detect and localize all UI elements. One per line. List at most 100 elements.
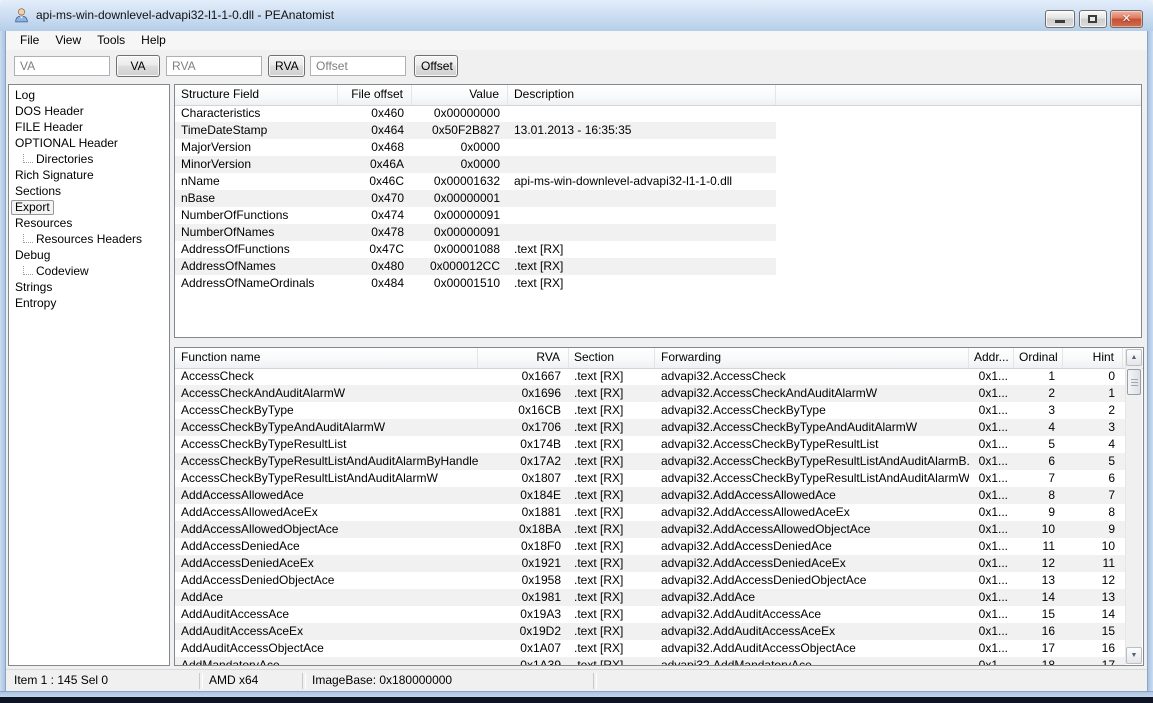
table-row[interactable]: AddMandatoryAce 0x1A39 .text [RX] advapi… xyxy=(175,657,1125,665)
sidebar-item[interactable]: Strings xyxy=(9,279,169,295)
table-row[interactable]: AddAccessDeniedObjectAce 0x1958 .text [R… xyxy=(175,572,1125,589)
va-input[interactable] xyxy=(14,56,110,76)
cell-section: .text [RX] xyxy=(569,470,655,487)
table-row[interactable]: AccessCheckByTypeResultList 0x174B .text… xyxy=(175,436,1125,453)
vertical-scrollbar[interactable]: ▲ ▼ xyxy=(1125,349,1142,664)
cell-hint: 9 xyxy=(1063,521,1123,538)
sidebar-item[interactable]: OPTIONAL Header xyxy=(9,135,169,151)
column-header-description[interactable]: Description xyxy=(508,85,776,105)
sidebar-item[interactable]: Codeview xyxy=(9,263,169,279)
column-header-forwarding[interactable]: Forwarding xyxy=(655,348,969,368)
cell-value: 0x00000001 xyxy=(412,190,508,207)
column-header-hint[interactable]: Hint xyxy=(1063,348,1123,368)
table-row[interactable]: NumberOfFunctions 0x474 0x00000091 xyxy=(175,207,776,224)
column-header-function-name[interactable]: Function name xyxy=(175,348,478,368)
cell-address: 0x1... xyxy=(969,419,1014,436)
restore-button[interactable] xyxy=(1079,10,1107,28)
sidebar-item[interactable]: Resources Headers xyxy=(9,231,169,247)
table-row[interactable]: NumberOfNames 0x478 0x00000091 xyxy=(175,224,776,241)
table-row[interactable]: AccessCheckByTypeResultListAndAuditAlarm… xyxy=(175,470,1125,487)
sidebar-item[interactable]: Sections xyxy=(9,183,169,199)
cell-structure-field: MinorVersion xyxy=(175,156,338,173)
offset-button[interactable]: Offset xyxy=(414,55,458,77)
cell-rva: 0x17A2 xyxy=(478,453,569,470)
status-imagebase: ImageBase: 0x180000000 xyxy=(304,670,592,692)
table-row[interactable]: nBase 0x470 0x00000001 xyxy=(175,190,776,207)
table-row[interactable]: AddAuditAccessAce 0x19A3 .text [RX] adva… xyxy=(175,606,1125,623)
column-header-structure-field[interactable]: Structure Field xyxy=(175,85,338,105)
column-header-section[interactable]: Section xyxy=(569,348,655,368)
sidebar-item[interactable]: FILE Header xyxy=(9,119,169,135)
rva-button[interactable]: RVA xyxy=(268,55,305,77)
table-row[interactable]: AddAuditAccessAceEx 0x19D2 .text [RX] ad… xyxy=(175,623,1125,640)
sidebar-item[interactable]: Directories xyxy=(9,151,169,167)
table-row[interactable]: AccessCheckByTypeResultListAndAuditAlarm… xyxy=(175,453,1125,470)
column-header-rva[interactable]: RVA xyxy=(478,348,569,368)
cell-rva: 0x1981 xyxy=(478,589,569,606)
table-row[interactable]: AddAccessDeniedAceEx 0x1921 .text [RX] a… xyxy=(175,555,1125,572)
table-row[interactable]: AccessCheckByType 0x16CB .text [RX] adva… xyxy=(175,402,1125,419)
table-row[interactable]: AddAce 0x1981 .text [RX] advapi32.AddAce… xyxy=(175,589,1125,606)
sidebar-item[interactable]: Export xyxy=(9,199,169,215)
table-row[interactable]: TimeDateStamp 0x464 0x50F2B827 13.01.201… xyxy=(175,122,776,139)
sidebar-item[interactable]: Log xyxy=(9,87,169,103)
cell-forwarding: advapi32.AddAccessAllowedAceEx xyxy=(655,504,969,521)
table-row[interactable]: AddAccessAllowedObjectAce 0x18BA .text [… xyxy=(175,521,1125,538)
sidebar-item[interactable]: Rich Signature xyxy=(9,167,169,183)
table-row[interactable]: AddressOfNames 0x480 0x000012CC .text [R… xyxy=(175,258,776,275)
titlebar[interactable]: api-ms-win-downlevel-advapi32-l1-1-0.dll… xyxy=(0,0,1153,32)
scrollbar-thumb[interactable] xyxy=(1127,369,1141,395)
cell-function-name: AccessCheckByTypeResultListAndAuditAlarm… xyxy=(175,470,478,487)
table-row[interactable]: AddressOfFunctions 0x47C 0x00001088 .tex… xyxy=(175,241,776,258)
table-row[interactable]: AddAuditAccessObjectAce 0x1A07 .text [RX… xyxy=(175,640,1125,657)
table-row[interactable]: AddAccessDeniedAce 0x18F0 .text [RX] adv… xyxy=(175,538,1125,555)
cell-forwarding: advapi32.AccessCheck xyxy=(655,368,969,385)
scroll-down-button[interactable]: ▼ xyxy=(1126,647,1142,664)
table-row[interactable]: MajorVersion 0x468 0x0000 xyxy=(175,139,776,156)
table-row[interactable]: AddAccessAllowedAceEx 0x1881 .text [RX] … xyxy=(175,504,1125,521)
menu-item[interactable]: Tools xyxy=(89,31,133,50)
offset-input[interactable] xyxy=(310,56,406,76)
table-row[interactable]: AddAccessAllowedAce 0x184E .text [RX] ad… xyxy=(175,487,1125,504)
table-row[interactable]: AddressOfNameOrdinals 0x484 0x00001510 .… xyxy=(175,275,776,292)
va-button[interactable]: VA xyxy=(116,55,160,77)
cell-structure-field: AddressOfNames xyxy=(175,258,338,275)
sidebar-item[interactable]: Debug xyxy=(9,247,169,263)
sidebar-item[interactable]: DOS Header xyxy=(9,103,169,119)
cell-description: .text [RX] xyxy=(508,241,776,258)
column-header-value[interactable]: Value xyxy=(412,85,508,105)
status-architecture: AMD x64 xyxy=(201,670,301,692)
menu-item[interactable]: File xyxy=(12,31,47,50)
structure-table-header: Structure Field File offset Value Descri… xyxy=(175,85,1141,106)
scroll-up-button[interactable]: ▲ xyxy=(1126,349,1142,366)
cell-file-offset: 0x47C xyxy=(338,241,412,258)
sidebar-item[interactable]: Entropy xyxy=(9,295,169,311)
table-row[interactable]: AccessCheck 0x1667 .text [RX] advapi32.A… xyxy=(175,368,1125,385)
column-header-ordinal[interactable]: Ordinal xyxy=(1014,348,1063,368)
cell-structure-field: nBase xyxy=(175,190,338,207)
column-header-file-offset[interactable]: File offset xyxy=(338,85,412,105)
cell-function-name: AccessCheck xyxy=(175,368,478,385)
table-row[interactable]: MinorVersion 0x46A 0x0000 xyxy=(175,156,776,173)
close-button[interactable]: ✕ xyxy=(1110,10,1143,28)
window-border-left xyxy=(0,31,6,691)
cell-section: .text [RX] xyxy=(569,538,655,555)
minimize-button[interactable] xyxy=(1045,10,1075,28)
app-icon xyxy=(13,7,30,24)
menu-item[interactable]: Help xyxy=(133,31,174,50)
cell-section: .text [RX] xyxy=(569,555,655,572)
cell-rva: 0x19D2 xyxy=(478,623,569,640)
sidebar-item[interactable]: Resources xyxy=(9,215,169,231)
table-row[interactable]: AccessCheckAndAuditAlarmW 0x1696 .text [… xyxy=(175,385,1125,402)
menu-item[interactable]: View xyxy=(47,31,89,50)
rva-input[interactable] xyxy=(166,56,262,76)
cell-value: 0x00001510 xyxy=(412,275,508,292)
table-row[interactable]: nName 0x46C 0x00001632 api-ms-win-downle… xyxy=(175,173,776,190)
export-functions-panel: Function name RVA Section Forwarding Add… xyxy=(174,347,1144,666)
cell-section: .text [RX] xyxy=(569,640,655,657)
cell-forwarding: advapi32.AccessCheckByType xyxy=(655,402,969,419)
cell-function-name: AccessCheckByType xyxy=(175,402,478,419)
table-row[interactable]: Characteristics 0x460 0x00000000 xyxy=(175,105,776,122)
table-row[interactable]: AccessCheckByTypeAndAuditAlarmW 0x1706 .… xyxy=(175,419,1125,436)
column-header-address[interactable]: Addr... xyxy=(969,348,1014,368)
